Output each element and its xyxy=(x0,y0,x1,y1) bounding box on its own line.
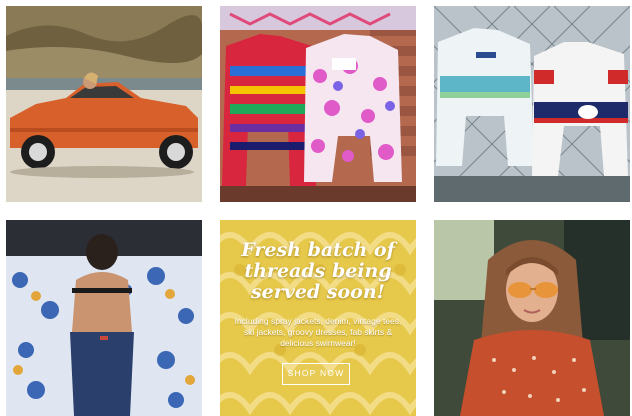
post-tile-car[interactable] xyxy=(6,6,202,202)
post-tile-floral-bed[interactable] xyxy=(6,220,202,416)
shop-now-button[interactable]: SHOP NOW xyxy=(282,363,350,385)
post-image-track-jackets xyxy=(434,6,630,202)
post-image-floral-bed xyxy=(6,220,202,416)
post-tile-promo[interactable]: Fresh batch of threads being served soon… xyxy=(220,220,416,416)
promo-subtext: Including spray jackets, denim, vintage … xyxy=(234,316,402,348)
post-image-jackets xyxy=(220,6,416,202)
post-image-sunglasses xyxy=(434,220,630,416)
promo-headline: Fresh batch of threads being served soon… xyxy=(241,239,395,303)
post-tile-track-jackets[interactable] xyxy=(434,6,630,202)
post-image-car xyxy=(6,6,202,202)
post-tile-jackets[interactable] xyxy=(220,6,416,202)
promo-overlay: Fresh batch of threads being served soon… xyxy=(220,220,416,416)
post-tile-sunglasses[interactable] xyxy=(434,220,630,416)
